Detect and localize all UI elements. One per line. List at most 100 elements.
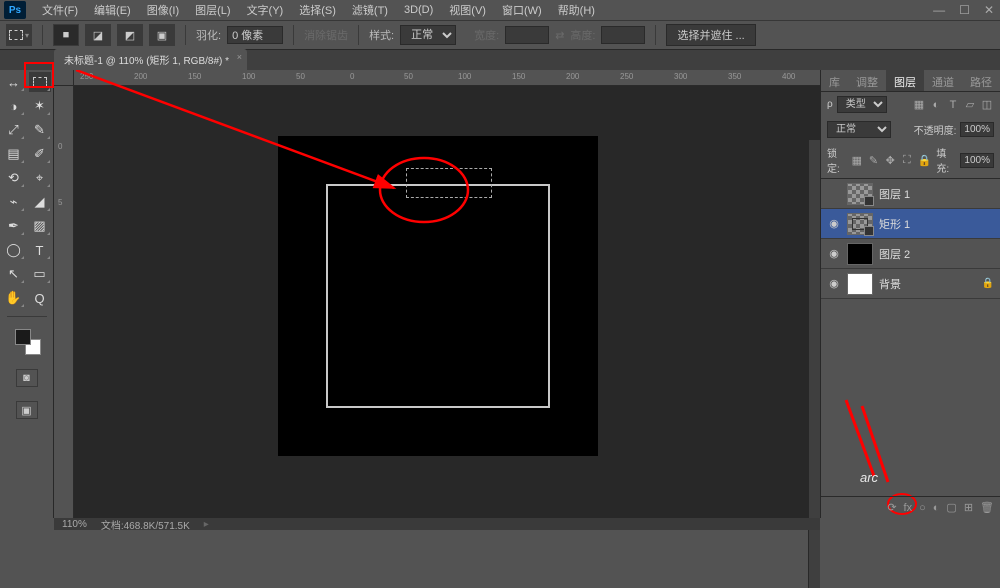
quick-mask-tool[interactable]: ◙ bbox=[16, 369, 38, 387]
hand-tool[interactable]: ✋ bbox=[3, 288, 25, 308]
visibility-toggle[interactable]: ◉ bbox=[827, 217, 841, 231]
mask-icon[interactable]: ○ bbox=[919, 502, 926, 514]
filter-pixel-icon[interactable]: ▦ bbox=[912, 98, 926, 112]
tool-preset-icon[interactable]: ▾ bbox=[6, 24, 32, 46]
menu-file[interactable]: 文件(F) bbox=[34, 0, 86, 20]
layer-thumbnail[interactable] bbox=[847, 243, 873, 265]
ruler-horizontal[interactable]: 250 200 150 100 50 0 50 100 150 200 250 … bbox=[74, 70, 820, 86]
tab-library[interactable]: 库 bbox=[821, 70, 848, 91]
lock-pos-icon[interactable]: ✥ bbox=[884, 153, 896, 167]
move-tool[interactable]: ↔ bbox=[3, 72, 25, 92]
refine-edge-button[interactable]: 选择并遮住 ... bbox=[666, 24, 755, 46]
filter-shape-icon[interactable]: ▱ bbox=[963, 98, 977, 112]
close-icon[interactable]: × bbox=[237, 52, 242, 62]
layer-row[interactable]: ◉ 矩形 1 bbox=[821, 209, 1000, 239]
lock-icon: 🔒 bbox=[982, 278, 994, 289]
feather-input[interactable] bbox=[227, 26, 283, 44]
selection-new-icon[interactable]: ■ bbox=[53, 24, 79, 46]
canvas[interactable] bbox=[278, 136, 598, 456]
menu-help[interactable]: 帮助(H) bbox=[550, 0, 603, 20]
filter-smart-icon[interactable]: ◫ bbox=[980, 98, 994, 112]
layer-name[interactable]: 背景 bbox=[879, 276, 976, 292]
clone-tool[interactable]: ⟲ bbox=[3, 168, 25, 188]
document-tab[interactable]: 未标题-1 @ 110% (矩形 1, RGB/8#) * × bbox=[54, 49, 247, 70]
eraser-tool[interactable]: ⌁ bbox=[3, 192, 25, 212]
zoom-level[interactable]: 110% bbox=[62, 519, 87, 530]
type-tool[interactable]: T bbox=[29, 240, 51, 260]
color-swatches[interactable] bbox=[13, 327, 41, 355]
adjustment-layer-icon[interactable]: ◐ bbox=[933, 502, 940, 514]
ruler-vertical[interactable]: 0 5 bbox=[54, 86, 74, 518]
close-button[interactable]: ✕ bbox=[984, 3, 994, 17]
tab-layers[interactable]: 图层 bbox=[886, 70, 924, 91]
path-select-tool[interactable]: ↖ bbox=[3, 264, 25, 284]
filter-type-icon[interactable]: T bbox=[946, 98, 960, 112]
visibility-toggle[interactable] bbox=[827, 187, 841, 201]
layer-thumbnail[interactable] bbox=[847, 273, 873, 295]
magic-wand-tool[interactable]: ✶ bbox=[29, 96, 51, 116]
blend-mode-select[interactable]: 正常 bbox=[827, 121, 891, 138]
screen-mode-tool[interactable]: ▣ bbox=[16, 401, 38, 419]
layer-thumbnail[interactable] bbox=[847, 183, 873, 205]
link-layers-icon[interactable]: ⟳ bbox=[887, 501, 896, 514]
minimize-button[interactable]: — bbox=[933, 3, 945, 17]
menu-layer[interactable]: 图层(L) bbox=[187, 0, 238, 20]
visibility-toggle[interactable]: ◉ bbox=[827, 247, 841, 261]
crop-tool[interactable]: ⤢ bbox=[3, 120, 25, 140]
window-controls: — ☐ ✕ bbox=[933, 3, 994, 17]
tab-adjustments[interactable]: 调整 bbox=[848, 70, 886, 91]
menu-edit[interactable]: 编辑(E) bbox=[86, 0, 139, 20]
style-select[interactable]: 正常 bbox=[400, 25, 456, 45]
layer-row[interactable]: ◉ 图层 2 bbox=[821, 239, 1000, 269]
marquee-tool[interactable] bbox=[29, 72, 51, 92]
lock-all-icon[interactable]: 🔒 bbox=[918, 153, 932, 167]
layer-name[interactable]: 图层 2 bbox=[879, 246, 994, 262]
lock-paint-icon[interactable]: ✎ bbox=[868, 153, 880, 167]
eyedropper-tool[interactable]: ✎ bbox=[29, 120, 51, 140]
menu-select[interactable]: 选择(S) bbox=[291, 0, 344, 20]
menu-3d[interactable]: 3D(D) bbox=[396, 2, 441, 18]
shape-tool[interactable]: ▭ bbox=[29, 264, 51, 284]
dodge-tool[interactable]: ▨ bbox=[29, 216, 51, 236]
trash-icon[interactable]: 🗑 bbox=[980, 501, 994, 514]
opacity-label: 不透明度: bbox=[914, 122, 957, 137]
foreground-color[interactable] bbox=[15, 329, 31, 345]
lasso-tool[interactable]: ◑ bbox=[3, 96, 25, 116]
selection-subtract-icon[interactable]: ◩ bbox=[117, 24, 143, 46]
fill-value[interactable]: 100% bbox=[960, 153, 994, 168]
maximize-button[interactable]: ☐ bbox=[959, 3, 970, 17]
layer-name[interactable]: 图层 1 bbox=[879, 186, 994, 202]
layer-kind-select[interactable]: 类型 bbox=[837, 96, 887, 113]
layer-thumbnail[interactable] bbox=[847, 213, 873, 235]
visibility-toggle[interactable]: ◉ bbox=[827, 277, 841, 291]
blur-tool[interactable]: ✒ bbox=[3, 216, 25, 236]
width-label: 宽度: bbox=[474, 27, 499, 43]
layer-name[interactable]: 矩形 1 bbox=[879, 216, 994, 232]
menu-filter[interactable]: 滤镜(T) bbox=[344, 0, 396, 20]
brush-tool[interactable]: ✐ bbox=[29, 144, 51, 164]
fx-icon[interactable]: fx bbox=[904, 502, 913, 514]
healing-tool[interactable]: ▤ bbox=[3, 144, 25, 164]
tab-paths[interactable]: 路径 bbox=[962, 70, 1000, 91]
zoom-tool[interactable]: Q bbox=[29, 288, 51, 308]
gradient-tool[interactable]: ◢ bbox=[29, 192, 51, 212]
pen-tool[interactable]: ◯ bbox=[3, 240, 25, 260]
lock-artboard-icon[interactable]: ⛶ bbox=[901, 153, 913, 167]
menu-bar: Ps 文件(F) 编辑(E) 图像(I) 图层(L) 文字(Y) 选择(S) 滤… bbox=[0, 0, 1000, 20]
menu-image[interactable]: 图像(I) bbox=[139, 0, 187, 20]
selection-add-icon[interactable]: ◪ bbox=[85, 24, 111, 46]
selection-intersect-icon[interactable]: ▣ bbox=[149, 24, 175, 46]
layer-row[interactable]: ◉ 背景 🔒 bbox=[821, 269, 1000, 299]
layer-row[interactable]: 图层 1 bbox=[821, 179, 1000, 209]
menu-view[interactable]: 视图(V) bbox=[441, 0, 494, 20]
lock-trans-icon[interactable]: ▦ bbox=[851, 153, 863, 167]
history-brush-tool[interactable]: ⌖ bbox=[29, 168, 51, 188]
status-chevron-icon[interactable]: ▸ bbox=[204, 519, 209, 530]
opacity-value[interactable]: 100% bbox=[960, 122, 994, 137]
menu-type[interactable]: 文字(Y) bbox=[239, 0, 292, 20]
tab-channels[interactable]: 通道 bbox=[924, 70, 962, 91]
filter-adjust-icon[interactable]: ◐ bbox=[929, 98, 943, 112]
menu-window[interactable]: 窗口(W) bbox=[494, 0, 550, 20]
group-icon[interactable]: ▢ bbox=[946, 501, 956, 514]
new-layer-icon[interactable]: ⊞ bbox=[964, 501, 973, 514]
